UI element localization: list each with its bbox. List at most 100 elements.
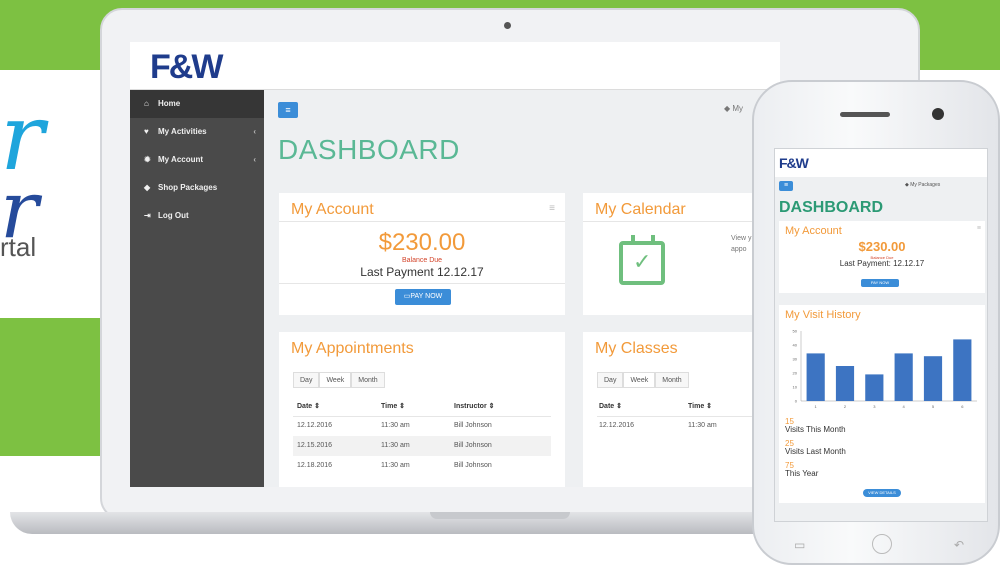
pay-now-button[interactable]: PAY NOW: [861, 279, 899, 287]
x-tick-label: 3: [873, 404, 876, 409]
tab-week[interactable]: Week: [319, 372, 352, 388]
visit-history-card: My Visit History 0 10 20 30 40 50 1 2 3 4 5 6 1 5 Vi…: [779, 305, 985, 503]
logo-bar: F&W: [130, 42, 780, 90]
tab-week[interactable]: Week: [623, 372, 656, 388]
breadcrumb[interactable]: ◆ My: [724, 104, 743, 113]
my-account-card: My Account ≡ $230.00 Balance Due Last Pa…: [779, 221, 985, 293]
sidebar: ⌂ Home ♥ My Activities ‹ ✹ My Account ‹ ◆ Sh…: [130, 90, 264, 487]
chart-bar[interactable]: [923, 356, 943, 401]
chart-bar[interactable]: [953, 339, 972, 401]
chart-bar[interactable]: [894, 353, 913, 401]
sidebar-item-my-activities[interactable]: ♥ My Activities ‹: [130, 118, 264, 146]
sidebar-item-label: Shop Packages: [158, 183, 218, 192]
column-header-date[interactable]: Date ⇕: [297, 402, 320, 410]
sidebar-item-label: Home: [158, 99, 181, 108]
my-calendar-card: My Calendar ✓ View y appo: [583, 193, 780, 315]
x-tick-label: 5: [932, 404, 935, 409]
hero-subtitle: rtal: [0, 232, 37, 262]
page-title: DASHBOARD: [779, 199, 883, 216]
x-tick-label: 2: [844, 404, 847, 409]
divider: [279, 221, 565, 222]
page-title: DASHBOARD: [278, 134, 460, 165]
tab-month[interactable]: Month: [655, 372, 689, 388]
calendar-ring: [651, 235, 655, 245]
phone-speaker: [840, 112, 890, 117]
chart-bar[interactable]: [806, 353, 825, 401]
home-icon: ⌂: [144, 99, 149, 108]
hamburger-icon: ≡: [783, 182, 789, 189]
card-title: My Appointments: [291, 340, 414, 357]
card-title: My Classes: [595, 340, 678, 357]
logout-icon: ⇥: [144, 211, 151, 220]
gear-icon: ✹: [144, 155, 151, 164]
balance-amount: $230.00: [378, 229, 466, 256]
sidebar-item-my-account[interactable]: ✹ My Account ‹: [130, 146, 264, 174]
y-tick-label: 40: [793, 343, 798, 348]
column-header-time[interactable]: Time ⇕: [381, 402, 405, 410]
y-tick-label: 20: [793, 371, 798, 376]
back-icon[interactable]: ↶: [954, 538, 964, 552]
home-button[interactable]: [872, 534, 892, 554]
stat-label: This Year: [785, 469, 819, 478]
view-tabs: Day Week Month: [597, 372, 689, 388]
breadcrumb[interactable]: ◆ My Packages: [905, 182, 940, 188]
table-row[interactable]: 12.15.2016 11:30 am Bill Johnson: [293, 436, 551, 456]
brand-logo[interactable]: F&W: [150, 48, 223, 87]
card-title: My Account: [785, 225, 842, 237]
card-menu-icon[interactable]: ≡: [977, 225, 981, 232]
view-tabs: Day Week Month: [293, 372, 385, 388]
y-tick-label: 50: [793, 329, 798, 334]
divider: [279, 283, 565, 284]
top-bar: ≡ ◆ My: [264, 90, 780, 126]
recent-apps-icon[interactable]: ▭: [794, 538, 805, 552]
view-details-button[interactable]: VIEW DETAILS: [863, 489, 901, 497]
calendar-check-icon[interactable]: ✓: [619, 235, 665, 285]
tab-day[interactable]: Day: [597, 372, 624, 388]
visit-history-chart: 0 10 20 30 40 50 1 2 3 4 5 6: [793, 329, 977, 409]
card-title: My Calendar: [595, 201, 686, 218]
column-header-date[interactable]: Date ⇕: [599, 402, 622, 410]
brand-logo[interactable]: F&W: [779, 155, 809, 171]
tab-month[interactable]: Month: [351, 372, 385, 388]
tab-day[interactable]: Day: [293, 372, 320, 388]
table-row[interactable]: 12.12.2016 11:30 am Bill Johnson: [293, 416, 551, 436]
table-row[interactable]: 12.18.2016 11:30 am Bill Johnson: [293, 456, 551, 476]
tag-icon: ◆: [144, 183, 151, 192]
check-icon: ✓: [633, 249, 652, 274]
sidebar-item-shop-packages[interactable]: ◆ Shop Packages: [130, 174, 264, 202]
y-tick-label: 10: [793, 385, 798, 390]
hamburger-icon: ≡: [285, 105, 291, 115]
phone-frame: F&W ≡ ◆ My Packages DASHBOARD My Account…: [752, 80, 1000, 565]
chart-bar[interactable]: [865, 374, 884, 401]
my-account-card: My Account ≡ $230.00 Balance Due Last Pa…: [279, 193, 565, 315]
divider: [583, 221, 780, 222]
marketing-stage: r r rtal F&W ⌂ Home ♥ My Activities ‹ ✹ My …: [0, 0, 1000, 565]
chevron-left-icon: ‹: [253, 155, 256, 164]
sidebar-item-home[interactable]: ⌂ Home: [130, 90, 264, 118]
balance-amount: $230.00: [858, 239, 906, 254]
phone-camera: [932, 108, 944, 120]
chart-bar[interactable]: [835, 366, 855, 401]
y-tick-label: 0: [795, 399, 798, 404]
last-payment: Last Payment: 12.12.17: [839, 259, 925, 268]
card-menu-icon[interactable]: ≡: [549, 203, 555, 214]
heart-icon: ♥: [144, 127, 149, 136]
x-tick-label: 4: [903, 404, 906, 409]
laptop-camera: [504, 22, 511, 29]
column-header-instructor[interactable]: Instructor ⇕: [454, 402, 494, 410]
x-tick-label: 6: [961, 404, 964, 409]
my-appointments-card: My Appointments Day Week Month Date ⇕ Ti…: [279, 332, 565, 487]
calendar-ring: [631, 235, 635, 245]
phone-screen: F&W ≡ ◆ My Packages DASHBOARD My Account…: [774, 148, 988, 522]
logo-bar: F&W: [775, 149, 987, 177]
pay-now-button[interactable]: ▭PAY NOW: [395, 289, 451, 305]
sidebar-item-log-out[interactable]: ⇥ Log Out: [130, 202, 264, 230]
y-tick-label: 30: [793, 357, 798, 362]
laptop-notch: [430, 512, 570, 519]
menu-toggle-button[interactable]: ≡: [278, 102, 298, 118]
my-classes-card: My Classes Day Week Month Date ⇕ Time ⇕ …: [583, 332, 780, 487]
sidebar-item-label: My Activities: [158, 127, 207, 136]
menu-toggle-button[interactable]: ≡: [779, 181, 793, 191]
column-header-time[interactable]: Time ⇕: [688, 402, 712, 410]
sidebar-item-label: My Account: [158, 155, 204, 164]
